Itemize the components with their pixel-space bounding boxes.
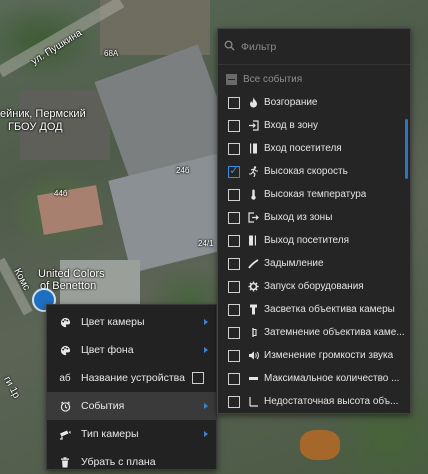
menu-item-background-color[interactable]: Цвет фона	[47, 336, 216, 364]
thermometer-icon	[247, 189, 259, 200]
events-list[interactable]: Возгорание Вход в зону Вход посетителя ✓…	[218, 91, 410, 413]
height-icon	[247, 396, 259, 407]
menu-item-label: Название устройства	[81, 372, 185, 384]
chevron-right-icon	[204, 403, 208, 409]
event-checkbox[interactable]	[228, 119, 240, 132]
event-checkbox[interactable]	[228, 326, 240, 339]
event-item-equipment-start[interactable]: Запуск оборудования	[218, 275, 410, 298]
map-poi-label: United Colors	[38, 268, 105, 280]
fire-icon	[247, 97, 259, 108]
event-checkbox[interactable]	[228, 96, 240, 109]
door-exit-icon	[247, 235, 259, 246]
event-item-zone-exit[interactable]: Выход из зоны	[218, 206, 410, 229]
exit-zone-icon	[247, 212, 259, 223]
volume-icon	[247, 350, 259, 361]
events-submenu: Все события Возгорание Вход в зону Вход …	[217, 28, 411, 414]
event-checkbox-checked[interactable]: ✓	[228, 165, 240, 178]
event-checkbox[interactable]	[228, 303, 240, 316]
menu-item-label: Убрать с плана	[81, 456, 156, 468]
smoke-icon	[247, 258, 259, 269]
running-icon	[247, 166, 259, 177]
event-item-lens-flare[interactable]: Засветка объектива камеры	[218, 298, 410, 321]
camera-context-menu: Цвет камеры Цвет фона аб Название устрой…	[46, 304, 217, 470]
door-enter-icon	[247, 143, 259, 154]
chevron-right-icon	[204, 319, 208, 325]
eye-slash-icon	[247, 327, 259, 338]
select-all-checkbox[interactable]	[226, 74, 237, 85]
event-label: Вход посетителя	[264, 143, 342, 154]
event-label: Выход из зоны	[264, 212, 333, 223]
map-poi-label: ГБОУ ДОД	[8, 121, 63, 133]
event-item-high-temperature[interactable]: Высокая температура	[218, 183, 410, 206]
event-label: Возгорание	[264, 97, 318, 108]
event-label: Вход в зону	[264, 120, 319, 131]
clock-icon	[57, 400, 73, 412]
palette-icon	[57, 317, 73, 328]
menu-item-camera-type[interactable]: Тип камеры	[47, 420, 216, 448]
map-building-number: 68А	[104, 49, 119, 58]
chevron-right-icon	[204, 431, 208, 437]
event-checkbox[interactable]	[228, 211, 240, 224]
flashlight-icon	[247, 304, 259, 315]
chevron-right-icon	[204, 347, 208, 353]
search-icon	[224, 38, 235, 56]
map-street-label: ги 1р	[1, 374, 22, 401]
select-all-events[interactable]: Все события	[218, 68, 410, 91]
enter-zone-icon	[247, 120, 259, 131]
event-label: Выход посетителя	[264, 235, 350, 246]
event-label: Задымление	[264, 258, 324, 269]
event-checkbox[interactable]	[228, 142, 240, 155]
menu-item-device-name[interactable]: аб Название устройства	[47, 364, 216, 392]
menu-item-events[interactable]: События	[47, 392, 216, 420]
menu-item-label: События	[81, 400, 125, 412]
menu-item-label: Цвет камеры	[81, 316, 145, 328]
filter-input[interactable]	[241, 40, 401, 53]
event-label: Высокая скорость	[264, 166, 348, 177]
event-item-lens-obscured[interactable]: Затемнение объектива каме...	[218, 321, 410, 344]
map-feature	[300, 430, 340, 460]
map-building-number: 44б	[54, 189, 68, 198]
text-icon: аб	[59, 372, 71, 384]
menu-item-label: Цвет фона	[81, 344, 134, 356]
select-all-label: Все события	[243, 74, 303, 85]
event-item-fire[interactable]: Возгорание	[218, 91, 410, 114]
event-item-max-count[interactable]: Максимальное количество ...	[218, 367, 410, 390]
event-label: Недостаточная высота объ...	[264, 396, 399, 407]
gear-icon	[247, 281, 259, 292]
filter-bar	[218, 29, 410, 65]
device-name-checkbox[interactable]	[192, 372, 204, 384]
event-item-visitor-exit[interactable]: Выход посетителя	[218, 229, 410, 252]
palette-icon	[57, 345, 73, 356]
event-label: Изменение громкости звука	[264, 350, 394, 361]
map-building-number: 24/1	[198, 239, 214, 248]
event-label: Запуск оборудования	[264, 281, 364, 292]
menu-item-remove-from-plan[interactable]: Убрать с плана	[47, 448, 216, 474]
menu-item-camera-color[interactable]: Цвет камеры	[47, 308, 216, 336]
event-item-volume-change[interactable]: Изменение громкости звука	[218, 344, 410, 367]
max-count-icon	[247, 373, 259, 384]
map-building-number: 24б	[176, 166, 190, 175]
event-checkbox[interactable]	[228, 188, 240, 201]
event-checkbox[interactable]	[228, 234, 240, 247]
event-checkbox[interactable]	[228, 395, 240, 408]
event-checkbox[interactable]	[228, 280, 240, 293]
map-poi-label: ейник, Пермский	[0, 108, 86, 120]
event-label: Засветка объектива камеры	[264, 304, 395, 315]
event-item-high-speed[interactable]: ✓ Высокая скорость	[218, 160, 410, 183]
menu-item-label: Тип камеры	[81, 428, 139, 440]
event-item-insufficient-height[interactable]: Недостаточная высота объ...	[218, 390, 410, 413]
event-checkbox[interactable]	[228, 372, 240, 385]
event-label: Максимальное количество ...	[264, 373, 400, 384]
event-label: Затемнение объектива каме...	[264, 327, 405, 338]
event-item-smoke[interactable]: Задымление	[218, 252, 410, 275]
trash-icon	[57, 456, 73, 468]
map-building	[36, 185, 104, 235]
event-item-zone-enter[interactable]: Вход в зону	[218, 114, 410, 137]
event-item-visitor-enter[interactable]: Вход посетителя	[218, 137, 410, 160]
camera-icon	[57, 429, 73, 440]
event-checkbox[interactable]	[228, 257, 240, 270]
event-checkbox[interactable]	[228, 349, 240, 362]
events-scrollbar[interactable]	[405, 119, 408, 179]
event-label: Высокая температура	[264, 189, 367, 200]
